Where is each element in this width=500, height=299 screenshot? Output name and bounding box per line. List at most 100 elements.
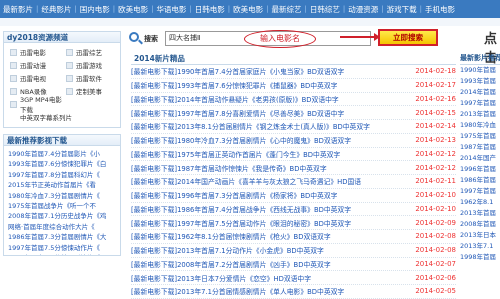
nav-item[interactable]: 动漫资源 (345, 4, 381, 15)
right-list-item[interactable]: 2008年首届 (460, 219, 500, 230)
right-list-item[interactable]: 1996年首届 (460, 164, 500, 175)
right-list-item[interactable]: 1993年首届 (460, 76, 500, 87)
movie-link[interactable]: [最新电影下载]1990年首届7.4分首届家庭片《小鬼当家》BD双语双字 (131, 66, 389, 76)
movie-row: [最新电影下载]2014年首届动作悬疑片《老男孩(原版)》BD双语中字 2014-… (131, 93, 456, 107)
movie-link[interactable]: [最新电影下载]2013年7.1分首届情感剧情片《单人电影》BD中英双字 (131, 286, 389, 296)
red-arrow-annotation (340, 33, 380, 41)
category-grid: 迅雷电影 迅雷综艺 迅雷动漫 迅雷游戏 迅雷电视 迅雷软件 NBA录像 定制美事 3GP MP4… (3, 43, 121, 128)
right-list: 1990年首届 1993年首届 2014年首届 1997年首届 2013年首届 1980年… (460, 65, 500, 263)
left-list-item[interactable]: 1986年首届7.3分首届剧情片《大 (8, 232, 118, 242)
category-item[interactable]: 迅雷动漫 (10, 60, 66, 70)
movie-link[interactable]: [最新电影下载]1993年首届7.6分惊悚犯罪片《捕鼠器》BD中英双字 (131, 80, 389, 90)
nav-item[interactable]: 经典影片 (38, 4, 74, 15)
left-list-item[interactable]: 2008年首届7.1分历史战争片《鸡 (8, 211, 118, 221)
left-list-item[interactable]: 1997年首届7.5分惊悚动作片《 (8, 243, 118, 253)
right-list-item[interactable]: 1987年首届 (460, 142, 500, 153)
movie-link[interactable]: [最新电影下载]2013年日本7分爱情片《恋空》HD双语中字 (131, 273, 389, 283)
right-list-item[interactable]: 1997年首届 (460, 186, 500, 197)
movie-link[interactable]: [最新电影下载]2013年首届7.1分动作片《小金虎》BD中英双字 (131, 245, 389, 255)
category-label: 迅雷游戏 (76, 62, 102, 70)
movie-date: 2014-02-12 (415, 163, 456, 172)
movie-date: 2014-02-10 (415, 191, 456, 200)
category-item[interactable]: 定制美事 (66, 86, 122, 96)
movie-date: 2014-02-08 (415, 232, 456, 241)
search-button[interactable]: 立即搜索 (378, 29, 438, 46)
movie-row: [最新电影下载]2014年国产动画片《喜羊羊与灰太狼之飞马奇遇记》HD国语 201… (131, 175, 456, 189)
movie-list: [最新电影下载]1990年首届7.4分首届家庭片《小鬼当家》BD双语双字 2014… (131, 65, 456, 299)
right-list-item[interactable]: 2014年国产 (460, 153, 500, 164)
left-list: 1990年首届7.4分首届影片《小 1993年首届7.6分惊悚犯罪片《白 1997年… (3, 146, 121, 256)
right-list-item[interactable]: 1997年首届 (460, 98, 500, 109)
left-list-item[interactable]: 2015年节正英动作首届片《看 (8, 180, 118, 190)
nav-item[interactable]: 国内电影 (77, 4, 113, 15)
left-list-item[interactable]: 1990年首届7.4分首届影片《小 (8, 149, 118, 159)
nav-item[interactable]: 日韩电影 (192, 4, 228, 15)
nav-item[interactable]: 欧美电影 (115, 4, 151, 15)
category-icon (66, 48, 73, 56)
left-list-item[interactable]: 网络·首届年度综合动作大片《 (8, 222, 118, 232)
right-panel-title: 最新影片推荐 (460, 53, 500, 65)
category-item-bilingual[interactable]: 中英双字幕系列片 (10, 112, 122, 122)
right-list-item[interactable]: 1986年首届 (460, 175, 500, 186)
category-label: 迅雷综艺 (76, 49, 102, 57)
category-icon (10, 61, 17, 69)
category-label: 迅雷电视 (20, 75, 46, 83)
nav-item[interactable]: 华语电影 (153, 4, 189, 15)
right-list-item[interactable]: 1980年冷血 (460, 120, 500, 131)
movie-date: 2014-02-08 (415, 246, 456, 255)
category-icon (10, 87, 17, 95)
left-list-item[interactable]: 1975年首届战争片《听一个不 (8, 201, 118, 211)
search-input[interactable]: 四大名捕Ⅱ 输入电影名 (165, 30, 371, 48)
left-list-item[interactable]: 1980年冷血7.3分首届剧情片《 (8, 191, 118, 201)
category-item[interactable]: 迅雷游戏 (66, 60, 122, 70)
right-list-item[interactable]: 2013年首届 (460, 208, 500, 219)
movie-row: [最新电影下载]2008年首届7.2分首届剧情片《凶手》BD中英双字 2014-0… (131, 258, 456, 272)
nav-item[interactable]: 手机电影 (422, 4, 458, 15)
nav-item[interactable]: 日韩综艺 (307, 4, 343, 15)
nav-item[interactable]: 游戏下载 (384, 4, 420, 15)
movie-link[interactable]: [最新电影下载]2008年首届7.2分首届剧情片《凶手》BD中英双字 (131, 259, 389, 269)
movie-link[interactable]: [最新电影下载]1987年首届动作惊悚片《我是传奇》BD中英双字 (131, 163, 389, 173)
category-item[interactable]: 迅雷电视 (10, 73, 66, 83)
left-list-item[interactable]: 1962年日本8.1分首届剧情片《 (8, 253, 118, 255)
nav-item[interactable]: 最新影片 (0, 4, 36, 15)
movie-row: [最新电影下载]1993年首届7.6分惊悚犯罪片《捕鼠器》BD中英双字 2014-… (131, 79, 456, 93)
movie-link[interactable]: [最新电影下载]1980年冷血7.3分首届剧情片《心中的魔鬼》BD双语双字 (131, 135, 389, 145)
movie-link[interactable]: [最新电影下载]1975年首届正英动作首届片《蓬门今生》BD中英双字 (131, 149, 389, 159)
nav-item[interactable]: 欧美电影 (230, 4, 266, 15)
nav-item[interactable]: 最新综艺 (269, 4, 305, 15)
right-list-item[interactable]: 1998年首届 (460, 252, 500, 263)
right-list-item[interactable]: 2014年首届 (460, 87, 500, 98)
movie-link[interactable]: [最新电影下载]1986年首届7.4分首届战争片《西线无战事》BD中英双字 (131, 204, 389, 214)
right-list-item[interactable]: 1962年8.1 (460, 197, 500, 208)
right-list-item[interactable]: 2013年日本 (460, 230, 500, 241)
search-hint-annotation: 输入电影名 (244, 30, 316, 48)
movie-link[interactable]: [最新电影下载]2014年国产动画片《喜羊羊与灰太狼之飞马奇遇记》HD国语 (131, 176, 389, 186)
category-item[interactable]: 迅雷电影 (10, 47, 66, 57)
movie-date: 2014-02-07 (415, 259, 456, 268)
movie-row: [最新电影下载]1996年首届7.3分首届剧情片《杨家将》BD中英双字 2014-… (131, 189, 456, 203)
main-panel-title: 2014新片精品 (131, 53, 456, 65)
right-list-item[interactable]: 2013年首届 (460, 109, 500, 120)
category-item[interactable]: 迅雷软件 (66, 73, 122, 83)
movie-link[interactable]: [最新电影下载]2013年8.1分首届剧情片《钢之炼金术士(真人版)》BD中英双… (131, 121, 389, 131)
right-list-item[interactable]: 1975年首届 (460, 131, 500, 142)
category-item[interactable]: 3GP MP4电影下载 (10, 96, 66, 114)
movie-link[interactable]: [最新电影下载]2014年首届动作悬疑片《老男孩(原版)》BD双语中字 (131, 94, 389, 104)
movie-link[interactable]: [最新电影下载]1962年8.1分首届惊悚剧情片《枪火》BD双语双字 (131, 231, 389, 241)
movie-link[interactable]: [最新电影下载]1996年首届7.3分首届剧情片《杨家将》BD中英双字 (131, 190, 389, 200)
right-list-item[interactable]: 2013年7.1 (460, 241, 500, 252)
movie-row: [最新电影下载]1987年首届动作惊悚片《我是传奇》BD中英双字 2014-02-… (131, 161, 456, 175)
left-list-item[interactable]: 1993年首届7.6分惊悚犯罪片《白 (8, 159, 118, 169)
right-list-item[interactable]: 1990年首届 (460, 65, 500, 76)
movie-link[interactable]: [最新电影下载]1997年首届7.8分喜剧爱情片《尽善尽美》BD双语中字 (131, 108, 389, 118)
category-label: 迅雷电影 (20, 49, 46, 57)
left-list-title: 最新推荐影视下载 (3, 134, 121, 146)
search-label: 搜索 (144, 35, 158, 43)
movie-link[interactable]: [最新电影下载]1997年首届7.5分首届动作片《眼泪的秘密》BD中英双字 (131, 218, 389, 228)
search-icon (129, 32, 139, 42)
category-item[interactable]: 迅雷综艺 (66, 47, 122, 57)
left-list-item[interactable]: 1997年首届7.8分首届科幻片《 (8, 170, 118, 180)
category-label: 中英双字幕系列片 (20, 114, 72, 122)
movie-date: 2014-02-11 (415, 177, 456, 186)
